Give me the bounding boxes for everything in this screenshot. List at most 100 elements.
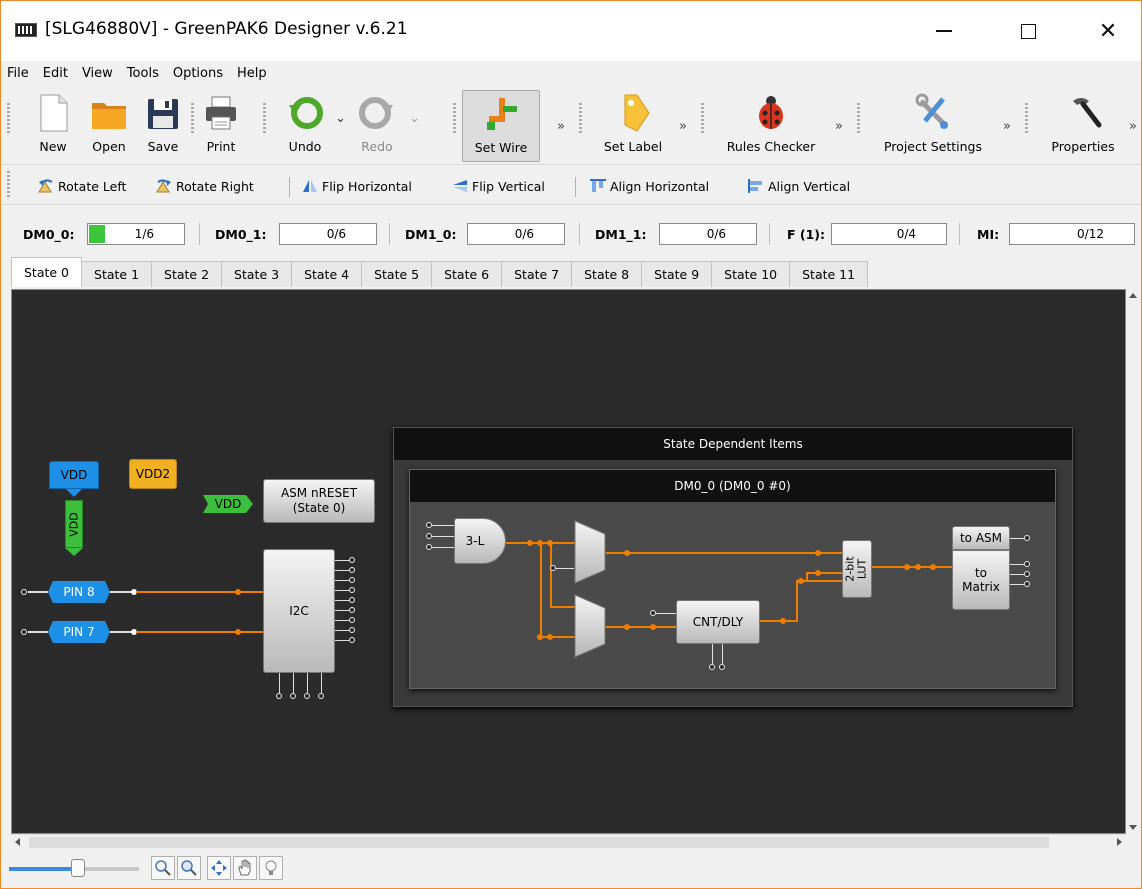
- flip-horizontal-button[interactable]: Flip Horizontal: [301, 178, 412, 194]
- lut3-gate[interactable]: 3-L: [454, 518, 506, 564]
- vdd-vertical-port[interactable]: VDD: [65, 500, 83, 548]
- redo-button[interactable]: Redo: [353, 91, 401, 161]
- toolbar-grip[interactable]: [191, 103, 194, 133]
- cnt-dly-block[interactable]: CNT/DLY: [676, 600, 760, 644]
- mux-2-output-wire[interactable]: [606, 626, 676, 628]
- to-matrix-output-port[interactable]: [1024, 581, 1030, 587]
- vdd-arrow-port[interactable]: VDD: [203, 495, 253, 513]
- tab-state-8[interactable]: State 8: [571, 261, 643, 287]
- rules-checker-button[interactable]: Rules Checker: [717, 91, 825, 161]
- vdd2-source-block[interactable]: VDD2: [129, 459, 177, 489]
- i2c-output-port[interactable]: [349, 627, 355, 633]
- align-vertical-button[interactable]: Align Vertical: [747, 178, 850, 194]
- fit-view-button[interactable]: [207, 856, 231, 880]
- lut3-branch-wire[interactable]: [550, 542, 552, 608]
- project-settings-more-icon[interactable]: »: [1003, 119, 1011, 134]
- zoom-in-button[interactable]: [177, 856, 201, 880]
- lut3-branch-wire[interactable]: [540, 542, 542, 638]
- set-label-button[interactable]: Set Label: [593, 91, 673, 161]
- to-matrix-output-port[interactable]: [1024, 561, 1030, 567]
- toolbar-grip[interactable]: [7, 103, 10, 133]
- pin7-port[interactable]: [21, 629, 27, 635]
- horizontal-scroll-thumb[interactable]: [29, 837, 1049, 848]
- lut2-block[interactable]: 2-bit LUT: [842, 540, 872, 598]
- i2c-output-port[interactable]: [349, 587, 355, 593]
- to-matrix-output-port[interactable]: [1024, 571, 1030, 577]
- menu-help[interactable]: Help: [237, 66, 267, 81]
- toolbar-grip[interactable]: [579, 103, 582, 133]
- save-button[interactable]: Save: [141, 91, 185, 161]
- print-button[interactable]: Print: [199, 91, 243, 161]
- redo-dropdown-icon[interactable]: ⌄: [409, 111, 420, 126]
- i2c-output-port[interactable]: [349, 557, 355, 563]
- zoom-slider-thumb[interactable]: [71, 859, 85, 877]
- properties-more-icon[interactable]: »: [1129, 119, 1137, 134]
- i2c-bottom-port[interactable]: [318, 693, 324, 699]
- rotate-right-button[interactable]: Rotate Right: [155, 178, 254, 194]
- cnt-dly-output-wire[interactable]: [796, 580, 798, 622]
- toolbar-grip[interactable]: [701, 103, 704, 133]
- to-asm-output-port[interactable]: [1024, 535, 1030, 541]
- cnt-dly-bottom-port[interactable]: [719, 664, 725, 670]
- align-horizontal-button[interactable]: Align Horizontal: [589, 178, 709, 194]
- i2c-output-port[interactable]: [349, 567, 355, 573]
- i2c-output-port[interactable]: [349, 607, 355, 613]
- toolbar-grip[interactable]: [263, 103, 266, 133]
- mux-1[interactable]: [574, 520, 606, 584]
- project-settings-button[interactable]: Project Settings: [873, 91, 993, 161]
- undo-button[interactable]: Undo: [281, 91, 329, 161]
- menu-file[interactable]: File: [7, 66, 29, 81]
- toolbar-grip[interactable]: [857, 103, 860, 133]
- i2c-bottom-port[interactable]: [290, 693, 296, 699]
- tab-state-0[interactable]: State 0: [11, 257, 83, 287]
- zoom-out-button[interactable]: [151, 856, 175, 880]
- maximize-button[interactable]: [1005, 13, 1051, 49]
- lut2-input-wire[interactable]: [806, 572, 808, 582]
- toolbar-grip[interactable]: [1025, 103, 1028, 133]
- menu-tools[interactable]: Tools: [127, 66, 159, 81]
- vertical-scrollbar[interactable]: [1126, 289, 1141, 834]
- new-button[interactable]: New: [31, 91, 75, 161]
- mux-2[interactable]: [574, 594, 606, 658]
- rules-checker-more-icon[interactable]: »: [835, 119, 843, 134]
- toolbar-grip[interactable]: [7, 171, 10, 199]
- i2c-output-port[interactable]: [349, 617, 355, 623]
- tab-state-4[interactable]: State 4: [291, 261, 363, 287]
- cnt-dly-bottom-port[interactable]: [709, 664, 715, 670]
- i2c-output-port[interactable]: [349, 637, 355, 643]
- tab-state-5[interactable]: State 5: [361, 261, 433, 287]
- scroll-up-icon[interactable]: [1129, 293, 1137, 298]
- tab-state-11[interactable]: State 11: [789, 261, 869, 287]
- cnt-dly-output-wire[interactable]: [760, 620, 798, 622]
- i2c-bottom-port[interactable]: [276, 693, 282, 699]
- mux-1-output-wire[interactable]: [606, 552, 842, 554]
- vdd-source-block[interactable]: VDD: [49, 461, 99, 489]
- tab-state-6[interactable]: State 6: [431, 261, 503, 287]
- minimize-button[interactable]: [921, 13, 967, 49]
- pan-button[interactable]: [233, 856, 257, 880]
- i2c-output-port[interactable]: [349, 577, 355, 583]
- menu-edit[interactable]: Edit: [43, 66, 68, 81]
- set-wire-more-icon[interactable]: »: [557, 119, 565, 134]
- close-button[interactable]: ✕: [1085, 13, 1131, 49]
- set-wire-button[interactable]: Set Wire: [462, 90, 540, 162]
- to-matrix-block[interactable]: to Matrix: [952, 550, 1010, 610]
- pin8-block[interactable]: PIN 8: [48, 581, 110, 603]
- menu-view[interactable]: View: [82, 66, 113, 81]
- tab-state-1[interactable]: State 1: [81, 261, 153, 287]
- lut2-input-wire[interactable]: [806, 572, 842, 574]
- lut3-branch-wire[interactable]: [550, 606, 576, 608]
- design-canvas[interactable]: VDD VDD VDD2 VDD ASM nRESET (State 0) PI…: [11, 289, 1126, 834]
- scroll-left-icon[interactable]: [15, 838, 20, 846]
- set-label-more-icon[interactable]: »: [679, 119, 687, 134]
- pin8-port[interactable]: [21, 589, 27, 595]
- i2c-bottom-port[interactable]: [304, 693, 310, 699]
- asm-nreset-block[interactable]: ASM nRESET (State 0): [263, 479, 375, 523]
- tab-state-9[interactable]: State 9: [641, 261, 713, 287]
- properties-button[interactable]: Properties: [1045, 91, 1121, 161]
- pin8-wire[interactable]: [136, 591, 264, 593]
- title-bar[interactable]: [SLG46880V] - GreenPAK6 Designer v.6.21 …: [1, 1, 1141, 61]
- to-asm-block[interactable]: to ASM: [952, 526, 1010, 550]
- tab-state-10[interactable]: State 10: [711, 261, 791, 287]
- lut2-output-wire[interactable]: [872, 566, 952, 568]
